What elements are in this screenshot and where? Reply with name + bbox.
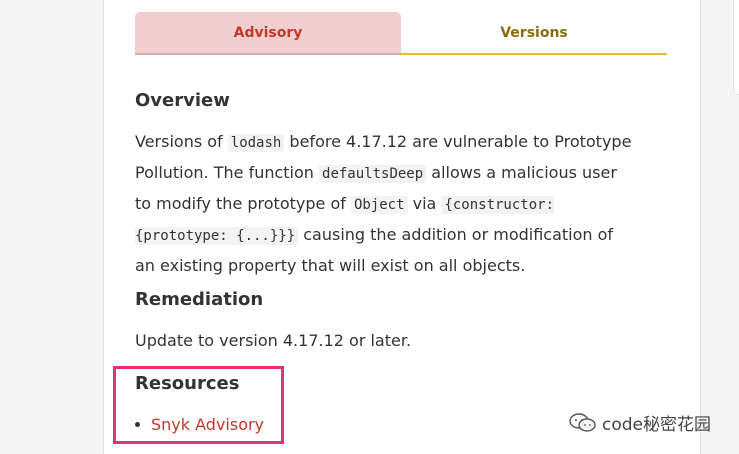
- code-defaults-deep: defaultsDeep: [319, 165, 427, 183]
- remediation-text: Update to version 4.17.12 or later.: [135, 331, 412, 350]
- side-panel: [733, 0, 739, 95]
- bullet-icon: [135, 421, 140, 427]
- list-item: Snyk Advisory: [135, 410, 264, 438]
- overview-heading: Overview: [135, 90, 230, 111]
- watermark-text: code秘密花园: [602, 415, 711, 435]
- resources-list: Snyk Advisory: [135, 410, 264, 438]
- overview-text: Versions of lodash before 4.17.12 are vu…: [135, 127, 635, 280]
- tab-bar: Advisory Versions: [135, 12, 667, 55]
- remediation-heading: Remediation: [135, 289, 264, 310]
- code-object: Object: [350, 196, 408, 214]
- tab-advisory[interactable]: Advisory: [135, 12, 401, 55]
- tab-versions[interactable]: Versions: [401, 12, 667, 55]
- code-lodash: lodash: [227, 134, 285, 152]
- overview-text-1: Versions of: [135, 132, 228, 151]
- wechat-icon: [569, 412, 596, 432]
- snyk-advisory-link[interactable]: Snyk Advisory: [151, 415, 264, 434]
- resources-heading: Resources: [135, 373, 240, 394]
- overview-text-4: via: [407, 194, 442, 213]
- watermark: code秘密花园: [568, 410, 711, 435]
- page: Advisory Versions Overview Versions of l…: [0, 0, 739, 454]
